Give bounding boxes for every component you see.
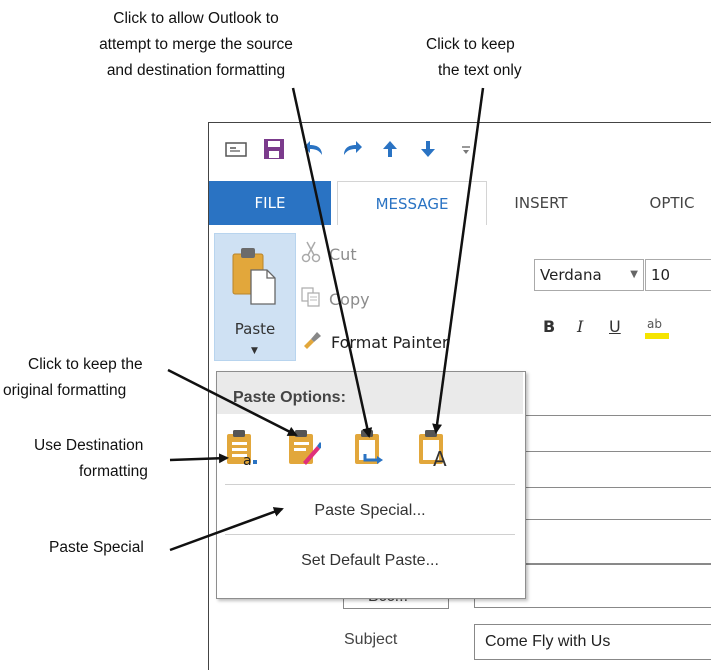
callout-use-destination-line1: Use Destination [34,437,144,454]
tab-message[interactable]: MESSAGE [337,181,487,226]
paste-label: Paste [234,320,276,338]
subject-input[interactable]: Come Fly with Us [474,624,711,660]
format-painter-icon [301,329,323,355]
email-icon[interactable] [221,134,251,164]
font-name-value: Verdana [540,266,602,284]
merge-formatting-icon[interactable] [287,428,323,468]
keep-source-formatting-icon[interactable]: a [225,428,259,469]
paste-special-item[interactable]: Paste Special... [217,502,523,520]
svg-text:A: A [433,447,447,468]
callout-merge-line2: attempt to merge the source [99,36,293,53]
copy-icon [301,287,321,311]
callout-merge-line1: Click to allow Outlook to [113,10,279,27]
callout-keep-text-line2: the text only [438,62,522,79]
highlight-icon[interactable]: ab [645,313,669,345]
tab-insert[interactable]: INSERT [501,181,581,225]
cut-label: Cut [329,244,357,264]
callout-keep-original-line1: Click to keep the [28,356,143,373]
set-default-paste-item[interactable]: Set Default Paste... [217,552,523,570]
callout-merge-line3: and destination formatting [106,62,286,79]
svg-text:a: a [243,453,252,468]
paste-icon [231,244,279,312]
menu-separator [225,534,515,535]
callout-use-destination-line2: formatting [79,463,148,480]
chevron-down-icon[interactable]: ▼ [251,346,258,356]
cut-button[interactable]: Cut [301,241,357,267]
font-name-dropdown[interactable]: Verdana ▼ [534,259,644,291]
down-arrow-icon[interactable] [413,134,443,164]
svg-text:ab: ab [647,317,662,331]
paste-button[interactable]: Paste ▼ [214,233,296,361]
font-size-value: 10 [651,266,671,284]
customize-qat-icon[interactable] [451,134,481,164]
cut-icon [301,241,321,267]
ribbon-message: Paste ▼ Cut Copy Format Painter Verdana … [209,225,711,375]
copy-label: Copy [329,289,370,309]
save-icon[interactable] [259,134,289,164]
underline-button[interactable]: U [609,317,621,336]
ribbon-tabs: FILE MESSAGE INSERT OPTIC [209,181,711,226]
keep-text-only-icon[interactable]: A [417,428,451,471]
callout-paste-special: Paste Special [49,539,144,556]
redo-icon[interactable] [337,134,367,164]
dropdown-arrow-icon: ▼ [630,269,638,280]
paste-options-menu: Paste Options: a A Paste Special... Set … [216,371,526,599]
undo-icon[interactable] [299,134,329,164]
subject-label: Subject [344,631,398,648]
tab-options[interactable]: OPTIC [617,181,711,225]
italic-button[interactable]: I [577,317,583,336]
font-size-dropdown[interactable]: 10 [645,259,711,291]
paste-options-header: Paste Options: [217,372,523,414]
callout-keep-text-line1: Click to keep [426,36,515,53]
up-arrow-icon[interactable] [375,134,405,164]
bold-button[interactable]: B [543,317,555,336]
quick-access-toolbar [209,123,711,181]
menu-separator [225,484,515,485]
format-painter-label: Format Painter [331,332,449,352]
copy-button[interactable]: Copy [301,287,370,311]
tab-file[interactable]: FILE [209,181,331,225]
use-destination-formatting-icon[interactable] [353,428,387,468]
callout-keep-original-line2: original formatting [3,382,127,399]
format-painter-button[interactable]: Format Painter [301,329,448,355]
